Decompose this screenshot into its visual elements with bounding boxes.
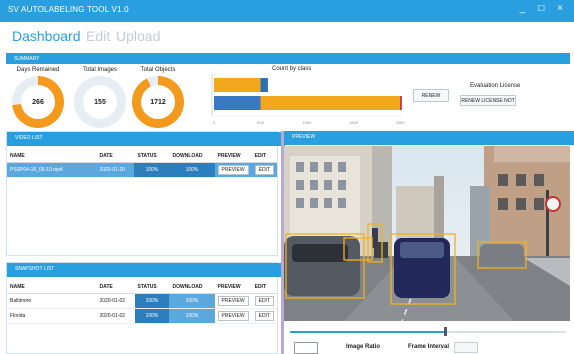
- menu-dashboard[interactable]: Dashboard: [12, 28, 81, 44]
- total-images-value: 155: [83, 85, 117, 119]
- count-axis-tick: 1000: [303, 120, 313, 125]
- renew-button[interactable]: RENEW: [413, 89, 449, 102]
- col-edit: EDIT: [251, 280, 277, 294]
- image-toggle-box[interactable]: [294, 342, 318, 354]
- days-remained-caption: Days Remained: [16, 67, 60, 73]
- preview-header: PREVIEW: [284, 131, 574, 145]
- col-name: NAME: [7, 149, 97, 163]
- edit-button[interactable]: EDIT: [254, 296, 274, 306]
- col-download: DOWNLOAD: [169, 149, 215, 163]
- edit-button[interactable]: EDIT: [254, 165, 274, 175]
- license-title: Evaluation License: [470, 83, 521, 89]
- frame-interval-label: Frame Interval: [408, 344, 450, 350]
- table-row[interactable]: PSSP04-18_05-10.mp4 2020-01-20 100% 100%…: [7, 162, 277, 178]
- frame-slider-fill: [290, 331, 445, 333]
- count-axis-tick: 500: [257, 120, 264, 125]
- col-download: DOWNLOAD: [169, 280, 215, 294]
- snapshot-list-panel: SNAPSHOT LIST NAME DATE STATUS DOWNLOAD …: [6, 262, 285, 354]
- snapshot-download: 100%: [169, 308, 215, 324]
- count-bar-segment: [214, 96, 261, 110]
- video-list-panel: VIDEO LIST NAME DATE STATUS DOWNLOAD PRE…: [6, 131, 285, 256]
- preview-button[interactable]: PREVIEW: [217, 296, 249, 306]
- image-ratio-label: Image Ratio: [346, 344, 381, 350]
- frame-slider-track[interactable]: [290, 331, 566, 333]
- maximize-icon[interactable]: □: [533, 3, 549, 14]
- video-download: 100%: [169, 162, 215, 178]
- frame-slider-thumb[interactable]: [443, 327, 447, 336]
- snapshot-status: 100%: [134, 308, 170, 324]
- count-by-class-chart: 0 500 1000 1500 2000: [211, 74, 406, 125]
- preview-image: [284, 146, 570, 321]
- preview-button[interactable]: PREVIEW: [217, 311, 249, 321]
- snapshot-download: 100%: [169, 293, 215, 309]
- snapshot-name: Florida: [7, 308, 97, 324]
- count-bar-segment: [260, 78, 268, 92]
- col-preview: PREVIEW: [214, 149, 252, 163]
- count-bar-segment: [214, 78, 261, 92]
- video-list-header-row: NAME DATE STATUS DOWNLOAD PREVIEW EDIT: [7, 149, 277, 163]
- table-row[interactable]: Baltimore 2020-01-02 100% 100% PREVIEW E…: [7, 293, 277, 309]
- count-axis-tick: 0: [213, 120, 216, 125]
- col-date: DATE: [96, 149, 135, 163]
- snapshot-date: 2020-01-02: [96, 308, 135, 324]
- snapshot-name: Baltimore: [7, 293, 97, 309]
- col-edit: EDIT: [251, 149, 277, 163]
- main-menu: Dashboard Edit Upload: [0, 22, 574, 52]
- close-icon[interactable]: ×: [552, 3, 568, 14]
- col-status: STATUS: [134, 280, 170, 294]
- col-status: STATUS: [134, 149, 170, 163]
- renew-license-button[interactable]: RENEW LICENSE NOT: [460, 95, 516, 106]
- window-title: SV AUTOLABELING TOOL V1.0: [8, 5, 129, 14]
- total-objects-value: 1712: [141, 85, 175, 119]
- menu-upload[interactable]: Upload: [116, 28, 160, 44]
- snapshot-status: 100%: [134, 293, 170, 309]
- table-row[interactable]: Florida 2020-01-02 100% 100% PREVIEW EDI…: [7, 308, 277, 324]
- total-objects-donut: 1712: [132, 76, 184, 128]
- video-list-header: VIDEO LIST: [7, 132, 285, 146]
- snapshot-list-table: NAME DATE STATUS DOWNLOAD PREVIEW EDIT B…: [7, 280, 277, 324]
- total-objects-caption: Total Objects: [140, 67, 176, 73]
- count-bar-segment: [400, 96, 402, 110]
- snapshot-date: 2020-01-02: [96, 293, 135, 309]
- summary-header: SUMMARY: [6, 53, 570, 64]
- days-remained-value: 266: [21, 85, 55, 119]
- count-axis-tick: 1500: [349, 120, 359, 125]
- menu-edit[interactable]: Edit: [86, 28, 110, 44]
- window-title-bar: SV AUTOLABELING TOOL V1.0 _ □ ×: [0, 0, 574, 22]
- days-remained-donut: 266: [12, 76, 64, 128]
- total-images-donut: 155: [74, 76, 126, 128]
- video-list-table: NAME DATE STATUS DOWNLOAD PREVIEW EDIT P…: [7, 149, 277, 178]
- frame-interval-input[interactable]: [454, 342, 478, 353]
- total-images-caption: Total Images: [82, 67, 118, 73]
- col-name: NAME: [7, 280, 97, 294]
- count-axis-tick: 2000: [396, 120, 406, 125]
- video-name: PSSP04-18_05-10.mp4: [7, 162, 97, 178]
- col-date: DATE: [96, 280, 135, 294]
- col-preview: PREVIEW: [214, 280, 252, 294]
- video-status: 100%: [134, 162, 170, 178]
- preview-button[interactable]: PREVIEW: [217, 165, 249, 175]
- window-controls: _ □ ×: [514, 3, 568, 14]
- minimize-icon[interactable]: _: [514, 3, 530, 14]
- edit-button[interactable]: EDIT: [254, 311, 274, 321]
- snapshot-list-header: SNAPSHOT LIST: [7, 263, 285, 277]
- snapshot-list-header-row: NAME DATE STATUS DOWNLOAD PREVIEW EDIT: [7, 280, 277, 294]
- video-date: 2020-01-20: [96, 162, 135, 178]
- count-bar-segment: [260, 96, 400, 110]
